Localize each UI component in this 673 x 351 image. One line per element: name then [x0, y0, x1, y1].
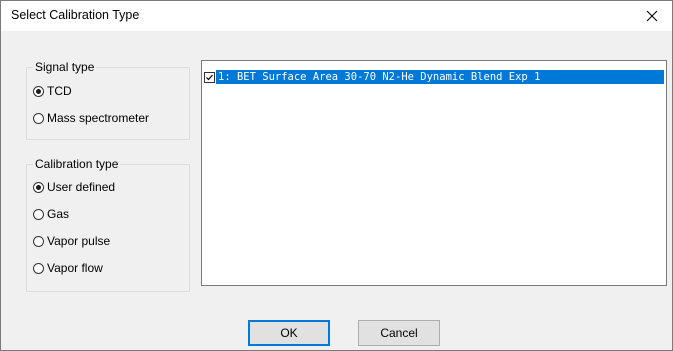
list-item[interactable]: 1: BET Surface Area 30-70 N2-He Dynamic …: [204, 70, 664, 84]
checkmark-icon: [206, 74, 213, 80]
calibration-list[interactable]: 1: BET Surface Area 30-70 N2-He Dynamic …: [201, 60, 667, 286]
title-bar: Select Calibration Type: [1, 1, 672, 31]
radio-vapor-flow[interactable]: Vapor flow: [33, 261, 103, 275]
radio-tcd[interactable]: TCD: [33, 84, 72, 98]
signal-type-label: Signal type: [33, 60, 97, 74]
radio-label-mass-spectrometer: Mass spectrometer: [47, 111, 150, 125]
select-calibration-type-dialog: Select Calibration Type Signal type TCD …: [0, 0, 673, 351]
calibration-type-group: Calibration type User defined Gas Vapor …: [26, 157, 190, 292]
close-button[interactable]: [632, 1, 672, 31]
cancel-button[interactable]: Cancel: [358, 320, 440, 346]
radio-button-vapor-pulse[interactable]: [33, 235, 44, 247]
radio-button-vapor-flow[interactable]: [33, 262, 44, 274]
radio-label-gas: Gas: [47, 207, 70, 221]
dialog-title: Select Calibration Type: [11, 8, 140, 22]
list-item-label: 1: BET Surface Area 30-70 N2-He Dynamic …: [216, 70, 664, 84]
radio-label-user-defined: User defined: [47, 180, 116, 194]
close-icon: [646, 10, 658, 22]
radio-button-tcd[interactable]: [33, 85, 44, 97]
radio-button-gas[interactable]: [33, 208, 44, 220]
radio-mass-spectrometer[interactable]: Mass spectrometer: [33, 111, 149, 125]
calibration-type-label: Calibration type: [33, 157, 121, 171]
radio-user-defined[interactable]: User defined: [33, 180, 115, 194]
radio-label-tcd: TCD: [47, 84, 72, 98]
ok-button[interactable]: OK: [248, 320, 330, 346]
radio-label-vapor-pulse: Vapor pulse: [47, 234, 111, 248]
radio-button-mass-spectrometer[interactable]: [33, 112, 44, 124]
signal-type-group: Signal type TCD Mass spectrometer: [26, 60, 190, 140]
list-item-checkbox[interactable]: [204, 71, 215, 83]
radio-button-user-defined[interactable]: [33, 181, 44, 193]
radio-gas[interactable]: Gas: [33, 207, 69, 221]
radio-vapor-pulse[interactable]: Vapor pulse: [33, 234, 110, 248]
radio-label-vapor-flow: Vapor flow: [47, 261, 103, 275]
